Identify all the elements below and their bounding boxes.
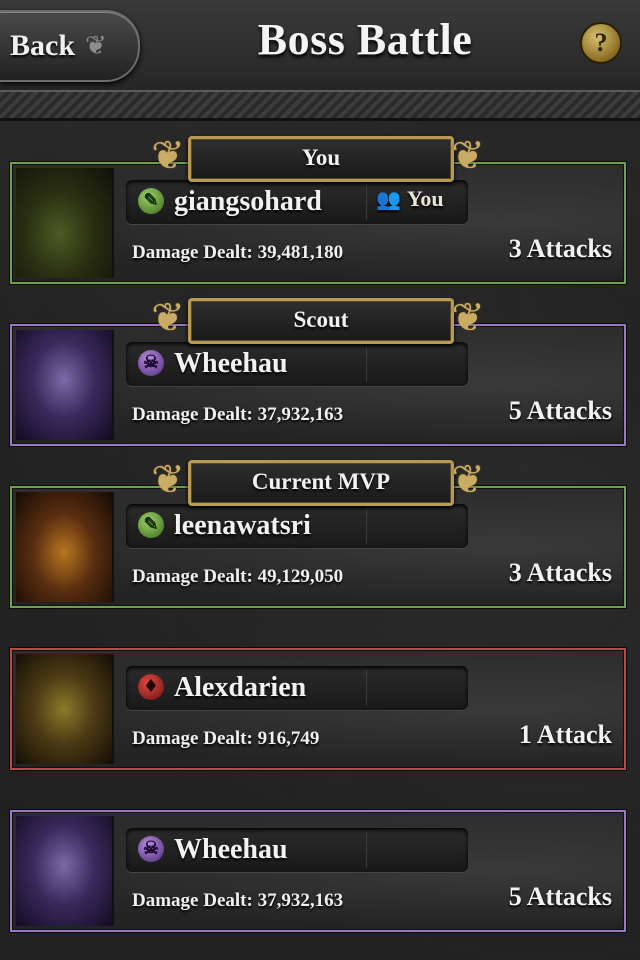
header-divider	[0, 90, 640, 121]
friends-icon: 👥	[376, 189, 401, 211]
divider	[366, 346, 367, 382]
ornament-right-icon: ❦	[451, 457, 485, 503]
you-tag: 👥 You	[376, 186, 444, 212]
attack-count: 5 Attacks	[508, 882, 612, 911]
player-name: Wheehau	[174, 834, 288, 865]
attack-count: 1 Attack	[518, 720, 612, 749]
green-leaf-icon: ✎	[138, 512, 164, 538]
attack-count: 5 Attacks	[508, 396, 612, 425]
damage-dealt: Damage Dealt: 49,129,050	[132, 566, 344, 587]
banner-label: You	[301, 145, 341, 170]
page-title: Boss Battle	[257, 15, 473, 64]
player-name-box: ☠ Wheehau	[126, 342, 468, 386]
purple-skull-icon: ☠	[138, 350, 164, 376]
player-name: leenawatsri	[174, 510, 311, 541]
player-name-box: ☠ Wheehau	[126, 828, 468, 872]
player-name: Wheehau	[174, 348, 288, 379]
banner-scout: ❦ Scout ❦	[138, 294, 498, 346]
banner-plate: Scout	[188, 298, 454, 344]
player-row[interactable]: ☠ Wheehau Damage Dealt: 37,932,163 5 Att…	[10, 810, 626, 932]
boss-portrait	[16, 492, 114, 602]
damage-dealt: Damage Dealt: 916,749	[132, 728, 320, 749]
damage-dealt: Damage Dealt: 39,481,180	[132, 242, 344, 263]
boss-portrait	[16, 330, 114, 440]
ornament-right-icon: ❦	[451, 133, 485, 179]
banner-mvp: ❦ Current MVP ❦	[138, 456, 498, 508]
player-name: giangsohard	[174, 186, 322, 217]
green-leaf-icon: ✎	[138, 188, 164, 214]
you-tag-label: You	[406, 186, 444, 211]
player-name-box: ✎ giangsohard 👥 You	[126, 180, 468, 224]
attack-count: 3 Attacks	[508, 558, 612, 587]
boss-portrait	[16, 168, 114, 278]
player-row[interactable]: ♦ Alexdarien Damage Dealt: 916,749 1 Att…	[10, 648, 626, 770]
divider	[366, 508, 367, 544]
divider	[366, 670, 367, 706]
banner-label: Current MVP	[251, 469, 391, 494]
player-name-box: ✎ leenawatsri	[126, 504, 468, 548]
damage-dealt: Damage Dealt: 37,932,163	[132, 890, 344, 911]
banner-plate: You	[188, 136, 454, 182]
divider	[366, 832, 367, 868]
player-name: Alexdarien	[174, 672, 307, 703]
divider	[366, 184, 367, 220]
boss-portrait	[16, 654, 114, 764]
purple-skull-icon: ☠	[138, 836, 164, 862]
banner-label: Scout	[293, 307, 349, 332]
banner-plate: Current MVP	[188, 460, 454, 506]
ornament-right-icon: ❦	[451, 295, 485, 341]
player-name-box: ♦ Alexdarien	[126, 666, 468, 710]
boss-portrait	[16, 816, 114, 926]
header-bar: Back ❦ Boss Battle ?	[0, 0, 640, 90]
attack-count: 3 Attacks	[508, 234, 612, 263]
banner-you: ❦ You ❦	[138, 132, 498, 184]
damage-dealt: Damage Dealt: 37,932,163	[132, 404, 344, 425]
red-flame-icon: ♦	[138, 674, 164, 700]
help-button[interactable]: ?	[580, 22, 622, 64]
